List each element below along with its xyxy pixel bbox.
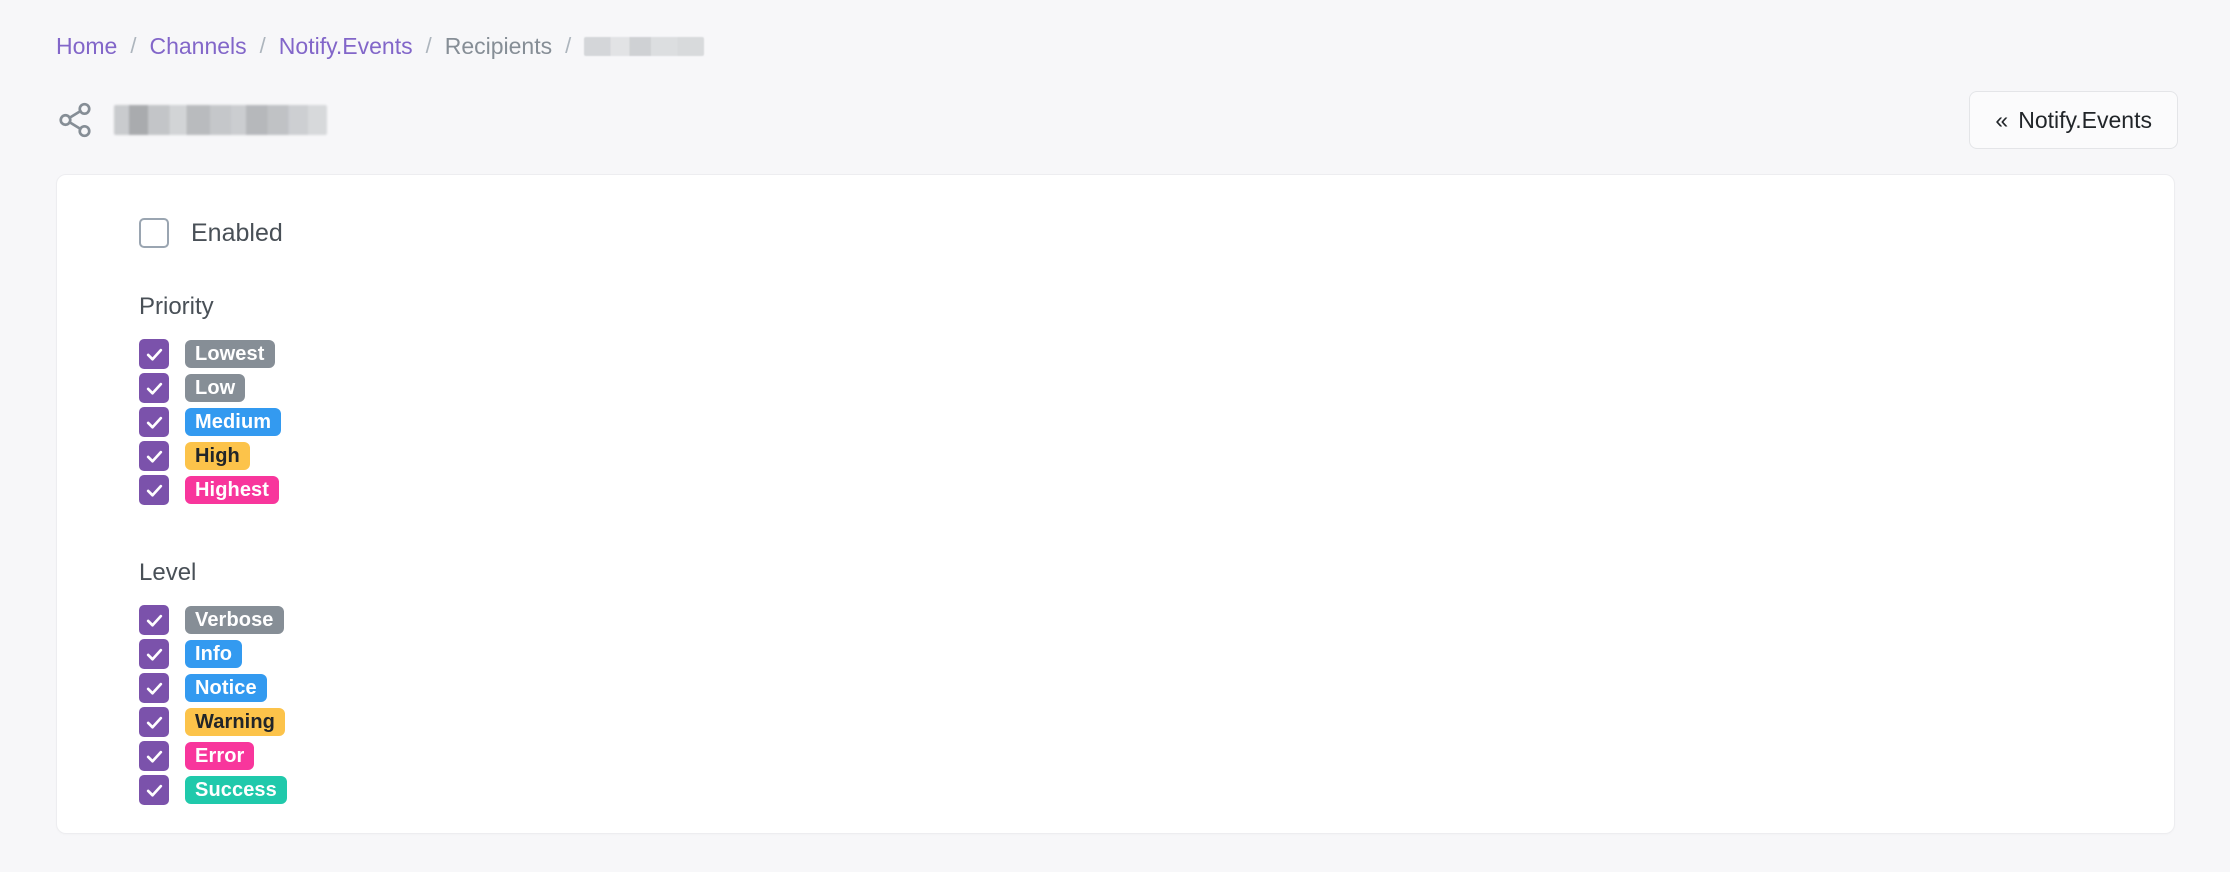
priority-checkbox-low[interactable] <box>139 373 169 403</box>
page-header-left <box>56 101 327 139</box>
priority-badge-low: Low <box>185 374 246 402</box>
priority-option-row: High <box>139 439 2174 473</box>
double-chevron-left-icon: « <box>1995 106 2009 133</box>
level-option-list: Verbose Info Notice Warning Error Success <box>139 603 2174 807</box>
level-checkbox-warning[interactable] <box>139 707 169 737</box>
level-checkbox-success[interactable] <box>139 775 169 805</box>
recipient-settings-card: Enabled Priority Lowest Low Medium High High… <box>56 174 2175 834</box>
level-group-title: Level <box>139 559 197 586</box>
breadcrumb-separator: / <box>130 33 137 58</box>
level-checkbox-info[interactable] <box>139 639 169 669</box>
priority-option-row: Low <box>139 371 2174 405</box>
back-button-label: Notify.Events <box>2018 106 2152 133</box>
level-badge-warning: Warning <box>185 708 285 736</box>
priority-badge-highest: Highest <box>185 476 280 504</box>
page-title <box>114 105 327 135</box>
level-option-row: Notice <box>139 671 2174 705</box>
level-badge-error: Error <box>185 742 255 770</box>
priority-option-list: Lowest Low Medium High Highest <box>139 337 2174 507</box>
breadcrumb-recipients: Recipients <box>444 32 553 59</box>
level-option-row: Success <box>139 773 2174 807</box>
priority-option-row: Lowest <box>139 337 2174 371</box>
priority-option-row: Medium <box>139 405 2174 439</box>
priority-badge-high: High <box>185 442 250 470</box>
breadcrumb-channels[interactable]: Channels <box>149 34 246 58</box>
level-badge-verbose: Verbose <box>185 606 284 634</box>
priority-checkbox-high[interactable] <box>139 441 169 471</box>
level-checkbox-verbose[interactable] <box>139 605 169 635</box>
level-option-row: Warning <box>139 705 2174 739</box>
level-option-row: Info <box>139 637 2174 671</box>
level-badge-success: Success <box>185 776 287 804</box>
breadcrumb-separator: / <box>425 33 432 58</box>
level-checkbox-notice[interactable] <box>139 673 169 703</box>
back-to-notify-events-button[interactable]: « Notify.Events <box>1969 91 2178 149</box>
page-header: « Notify.Events <box>0 66 2230 158</box>
priority-checkbox-lowest[interactable] <box>139 339 169 369</box>
breadcrumb-home[interactable]: Home <box>56 34 117 58</box>
enabled-checkbox[interactable] <box>139 218 169 248</box>
level-option-row: Error <box>139 739 2174 773</box>
priority-checkbox-medium[interactable] <box>139 407 169 437</box>
level-group: Level Verbose Info Notice Warning Error Succe… <box>57 559 2174 807</box>
priority-option-row: Highest <box>139 473 2174 507</box>
priority-badge-lowest: Lowest <box>185 340 275 368</box>
enabled-label: Enabled <box>191 218 283 247</box>
enabled-row: Enabled <box>57 213 2174 253</box>
level-badge-notice: Notice <box>185 674 267 702</box>
priority-group: Priority Lowest Low Medium High Highest <box>57 293 2174 507</box>
breadcrumb-redacted[interactable] <box>584 36 705 56</box>
breadcrumb-notify-events[interactable]: Notify.Events <box>279 34 413 58</box>
level-badge-info: Info <box>185 640 243 668</box>
breadcrumb: Home / Channels / Notify.Events / Recipients / <box>0 0 2230 66</box>
breadcrumb-separator: / <box>259 33 266 58</box>
level-option-row: Verbose <box>139 603 2174 637</box>
breadcrumb-separator: / <box>565 33 572 58</box>
priority-checkbox-highest[interactable] <box>139 475 169 505</box>
level-checkbox-error[interactable] <box>139 741 169 771</box>
priority-badge-medium: Medium <box>185 408 282 436</box>
share-icon <box>56 101 94 139</box>
priority-group-title: Priority <box>139 293 214 320</box>
